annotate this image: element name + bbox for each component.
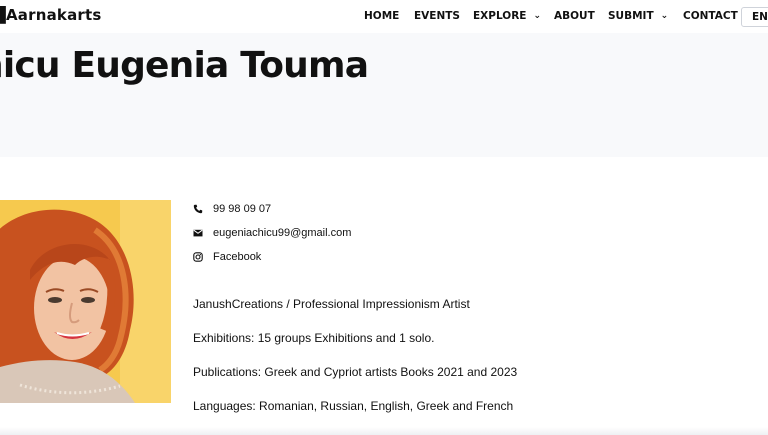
nav-explore[interactable]: EXPLORE ⌄ — [473, 10, 541, 22]
chevron-down-icon: ⌄ — [533, 11, 542, 21]
contact-phone[interactable]: 99 98 09 07 — [193, 203, 271, 215]
scroll-fade — [0, 427, 768, 435]
main-nav: HOME EVENTS EXPLORE ⌄ ABOUT SUBMIT ⌄ CONTA… — [0, 10, 768, 24]
bio-line-languages: Languages: Romanian, Russian, English, G… — [193, 399, 514, 413]
bio-line-publications: Publications: Greek and Cypriot artists … — [193, 365, 518, 379]
instagram-icon — [193, 252, 203, 262]
bio-line-exhibitions: Exhibitions: 15 groups Exhibitions and 1… — [193, 331, 435, 345]
contact-email[interactable]: eugeniachicu99@gmail.com — [193, 227, 351, 239]
nav-submit[interactable]: SUBMIT ⌄ — [608, 10, 668, 22]
nav-explore-label: EXPLORE — [473, 10, 527, 22]
phone-icon — [193, 204, 203, 214]
artist-photo — [0, 200, 171, 403]
nav-contact[interactable]: CONTACT — [683, 10, 738, 22]
phone-number: 99 98 09 07 — [213, 203, 272, 215]
portrait-image — [0, 200, 171, 403]
language-selector[interactable]: ENG — [741, 7, 768, 27]
chevron-down-icon: ⌄ — [660, 11, 669, 21]
email-link[interactable]: eugeniachicu99@gmail.com — [213, 227, 351, 239]
page-title: hicu Eugenia Touma — [0, 45, 369, 86]
social-link[interactable]: Facebook — [213, 251, 261, 263]
nav-home[interactable]: HOME — [364, 10, 399, 22]
nav-about[interactable]: ABOUT — [554, 10, 595, 22]
site-header: ▌Aarnakarts HOME EVENTS EXPLORE ⌄ ABOUT S… — [0, 0, 768, 33]
nav-submit-label: SUBMIT — [608, 10, 654, 22]
page-hero: hicu Eugenia Touma — [0, 33, 768, 157]
bio-line-title: JanushCreations / Professional Impressio… — [193, 297, 470, 311]
contact-social[interactable]: Facebook — [193, 251, 261, 263]
nav-events[interactable]: EVENTS — [414, 10, 460, 22]
envelope-icon — [193, 229, 203, 237]
